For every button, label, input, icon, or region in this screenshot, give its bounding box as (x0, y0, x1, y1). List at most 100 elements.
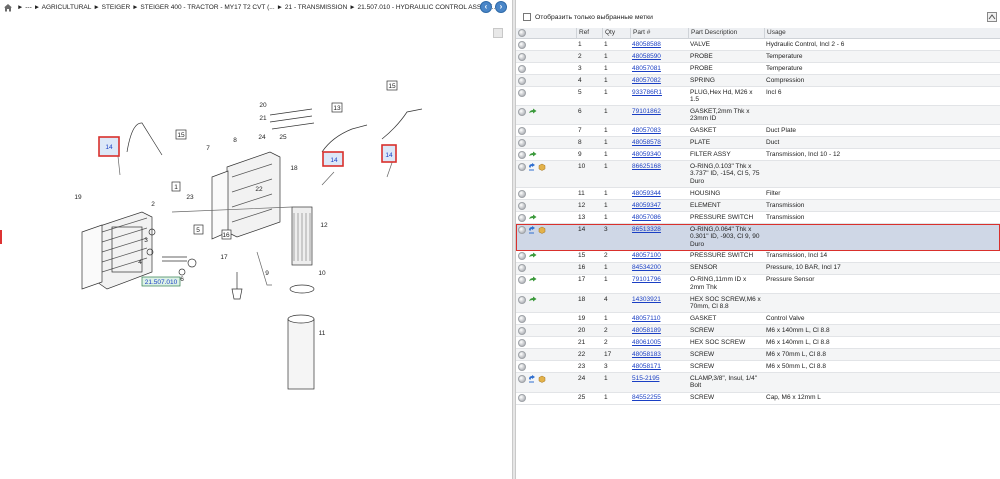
kit-link-icon[interactable] (528, 374, 536, 383)
row-part-number[interactable]: 48057081 (630, 63, 688, 74)
callout-7[interactable]: 7 (206, 145, 210, 152)
callout-11[interactable]: 11 (319, 330, 326, 337)
add-to-cart-icon[interactable] (518, 150, 526, 159)
part-number-link[interactable]: 933786R1 (632, 89, 662, 96)
add-to-cart-icon[interactable] (518, 225, 526, 234)
callout-22[interactable]: 22 (255, 186, 263, 193)
header-usage[interactable]: Usage (764, 27, 914, 39)
table-row[interactable]: 24 1 515-2195 CLAMP,3/8", Insul, 1/4" Bolt (516, 373, 1000, 393)
filter-selected-toggle[interactable]: Отобразить только выбранные метки (523, 13, 653, 21)
table-row[interactable]: 16 1 84534200 SENSOR Pressure, 10 BAR, Incl … (516, 262, 1000, 275)
table-row[interactable]: 5 1 933786R1 PLUG,Hex Hd, M26 x 1.5 Incl 6 (516, 87, 1000, 107)
export-icon[interactable] (987, 12, 997, 22)
package-icon[interactable] (538, 226, 546, 234)
add-to-cart-icon[interactable] (518, 64, 526, 73)
row-part-number[interactable]: 515-2195 (630, 373, 688, 384)
part-number-link[interactable]: 84534200 (632, 264, 661, 271)
table-row[interactable]: 11 1 48059344 HOUSING Filter (516, 188, 1000, 201)
callout-17[interactable]: 17 (220, 254, 228, 261)
breadcrumb-item-assembly[interactable]: ► 21.507.010 - HYDRAULIC CONTROL ASSY, F… (349, 4, 497, 11)
callout-13[interactable]: 13 (333, 105, 341, 112)
add-to-cart-icon[interactable] (518, 162, 526, 171)
row-part-number[interactable]: 48057110 (630, 313, 688, 324)
add-to-cart-icon[interactable] (518, 394, 526, 402)
add-to-cart-icon[interactable] (518, 189, 526, 198)
add-to-cart-icon[interactable] (518, 52, 526, 61)
callout-10[interactable]: 10 (318, 270, 326, 277)
filter-checkbox[interactable] (523, 13, 531, 21)
table-row[interactable]: 14 3 86513328 O-RING,0.064" Thk x 0.301" ID… (516, 224, 1000, 251)
part-number-link[interactable]: 48058183 (632, 351, 661, 358)
header-description[interactable]: Part Description (688, 27, 764, 39)
table-row[interactable]: 23 3 48058171 SCREW M6 x 50mm L, Cl 8.8 (516, 361, 1000, 374)
breadcrumb-item-root[interactable]: ► --- (17, 4, 32, 11)
select-all-icon[interactable] (518, 29, 526, 37)
add-to-cart-icon[interactable] (518, 264, 526, 273)
header-part-number[interactable]: Part # (630, 27, 688, 39)
callout-18[interactable]: 18 (290, 165, 298, 172)
row-part-number[interactable]: 48059344 (630, 188, 688, 199)
table-row[interactable]: 18 4 14303921 HEX SOC SCREW,M6 x 70mm, Cl 8… (516, 294, 1000, 314)
part-number-link[interactable]: 515-2195 (632, 375, 659, 382)
add-to-cart-icon[interactable] (518, 213, 526, 222)
callout-8[interactable]: 8 (233, 137, 237, 144)
callout-14-b[interactable]: 14 (330, 157, 338, 164)
row-part-number[interactable]: 48058578 (630, 137, 688, 148)
add-to-cart-icon[interactable] (518, 314, 526, 323)
table-row[interactable]: 22 17 48058183 SCREW M6 x 70mm L, Cl 8.8 (516, 349, 1000, 362)
exploded-parts-diagram[interactable]: 14 14 14 1 2 3 4 5 6 7 8 9 10 11 12 13 1… (2, 27, 508, 479)
row-part-number[interactable]: 84534200 (630, 263, 688, 274)
breadcrumb-item-section[interactable]: ► 21 - TRANSMISSION (277, 4, 348, 11)
add-to-cart-icon[interactable] (518, 40, 526, 49)
add-to-cart-icon[interactable] (518, 88, 526, 97)
row-part-number[interactable]: 84552255 (630, 393, 688, 404)
callout-14-a[interactable]: 14 (105, 144, 113, 151)
add-to-cart-icon[interactable] (518, 326, 526, 335)
part-number-link[interactable]: 48059347 (632, 202, 661, 209)
substitute-arrow-icon[interactable] (528, 296, 537, 304)
callout-23[interactable]: 23 (186, 194, 194, 201)
add-to-cart-icon[interactable] (518, 338, 526, 347)
add-to-cart-icon[interactable] (518, 107, 526, 116)
row-part-number[interactable]: 86513328 (630, 224, 688, 235)
add-to-cart-icon[interactable] (518, 350, 526, 359)
table-row[interactable]: 6 1 79101862 GASKET,2mm Thk x 23mm ID (516, 106, 1000, 126)
add-to-cart-icon[interactable] (518, 201, 526, 210)
part-number-link[interactable]: 48057083 (632, 127, 661, 134)
part-number-link[interactable]: 48058189 (632, 327, 661, 334)
part-number-link[interactable]: 48057100 (632, 252, 661, 259)
add-to-cart-icon[interactable] (518, 138, 526, 147)
part-number-link[interactable]: 48059340 (632, 151, 661, 158)
row-part-number[interactable]: 79101796 (630, 275, 688, 286)
callout-1[interactable]: 1 (174, 184, 178, 191)
callout-9[interactable]: 9 (265, 270, 269, 277)
table-row[interactable]: 8 1 48058578 PLATE Duct (516, 137, 1000, 150)
callout-12[interactable]: 12 (320, 222, 328, 229)
kit-link-icon[interactable] (528, 162, 536, 171)
callout-24[interactable]: 24 (258, 134, 266, 141)
table-row[interactable]: 20 2 48058189 SCREW M6 x 140mm L, Cl 8.8 (516, 325, 1000, 338)
home-icon[interactable] (3, 3, 13, 12)
callout-4[interactable]: 4 (138, 259, 142, 266)
part-number-link[interactable]: 48057082 (632, 77, 661, 84)
substitute-arrow-icon[interactable] (528, 276, 537, 284)
callout-21[interactable]: 21 (259, 115, 267, 122)
add-to-cart-icon[interactable] (518, 126, 526, 135)
table-row[interactable]: 25 1 84552255 SCREW Cap, M6 x 12mm L (516, 393, 1000, 405)
part-number-link[interactable]: 79101796 (632, 276, 661, 283)
part-number-link[interactable]: 48057110 (632, 315, 660, 322)
add-to-cart-icon[interactable] (518, 374, 526, 383)
row-part-number[interactable]: 48057100 (630, 251, 688, 262)
table-row[interactable]: 3 1 48057081 PROBE Temperature (516, 63, 1000, 75)
row-part-number[interactable]: 48058183 (630, 349, 688, 360)
forward-arrow-icon[interactable]: › (495, 1, 507, 13)
breadcrumb-item-steiger[interactable]: ► STEIGER (93, 4, 130, 11)
kit-link-icon[interactable] (528, 225, 536, 234)
callout-6[interactable]: 6 (180, 276, 184, 283)
row-part-number[interactable]: 48057086 (630, 212, 688, 223)
drawing-id-label[interactable]: 21.507.010 (145, 279, 178, 286)
callout-15-a[interactable]: 15 (177, 132, 185, 139)
breadcrumb-item-agricultural[interactable]: ► AGRICULTURAL (34, 4, 92, 11)
callout-5[interactable]: 5 (196, 227, 200, 234)
part-number-link[interactable]: 86625168 (632, 163, 661, 170)
